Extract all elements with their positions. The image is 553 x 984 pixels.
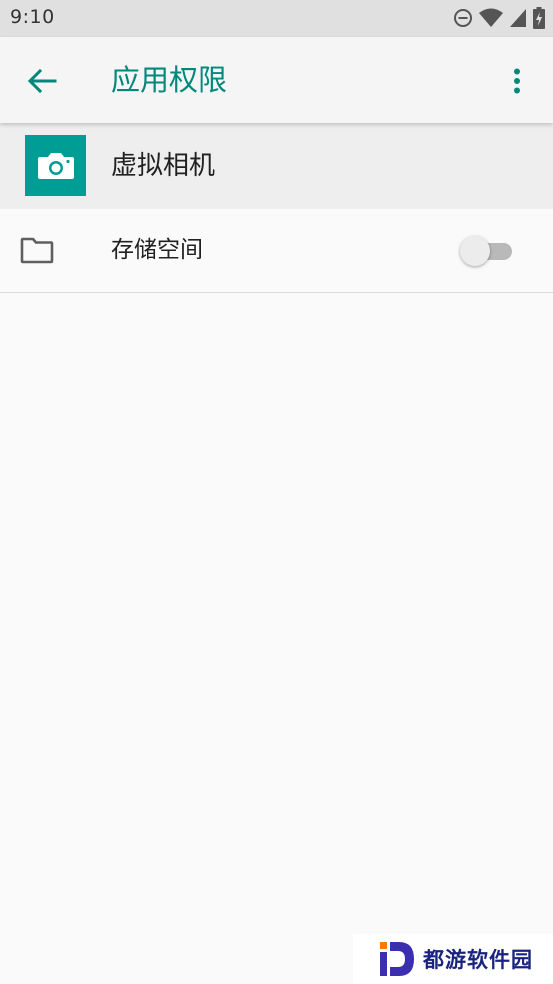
storage-permission-toggle[interactable] bbox=[460, 236, 514, 266]
battery-charging-icon bbox=[533, 7, 545, 29]
back-button[interactable] bbox=[20, 59, 64, 103]
toggle-thumb bbox=[460, 236, 490, 266]
app-icon bbox=[25, 135, 86, 196]
camera-icon bbox=[37, 152, 74, 179]
permission-label: 存储空间 bbox=[111, 237, 203, 263]
more-options-button[interactable] bbox=[499, 59, 535, 103]
wifi-icon bbox=[479, 8, 503, 27]
arrow-left-icon bbox=[27, 68, 57, 94]
app-header: 虚拟相机 bbox=[0, 123, 553, 209]
more-vert-icon bbox=[514, 68, 520, 94]
signal-icon bbox=[510, 9, 526, 27]
app-name: 虚拟相机 bbox=[111, 151, 216, 181]
app-bar: 应用权限 bbox=[0, 37, 553, 123]
status-icons bbox=[453, 7, 545, 29]
folder-icon bbox=[20, 237, 54, 264]
status-time: 9:10 bbox=[10, 6, 55, 28]
permission-row-storage[interactable]: 存储空间 bbox=[0, 209, 553, 293]
watermark-text: 都游软件园 bbox=[423, 948, 533, 972]
watermark-logo-icon bbox=[380, 942, 414, 976]
watermark: 都游软件园 bbox=[353, 934, 553, 984]
dnd-icon bbox=[454, 9, 472, 27]
page-title: 应用权限 bbox=[111, 63, 228, 97]
status-bar: 9:10 bbox=[0, 0, 553, 37]
